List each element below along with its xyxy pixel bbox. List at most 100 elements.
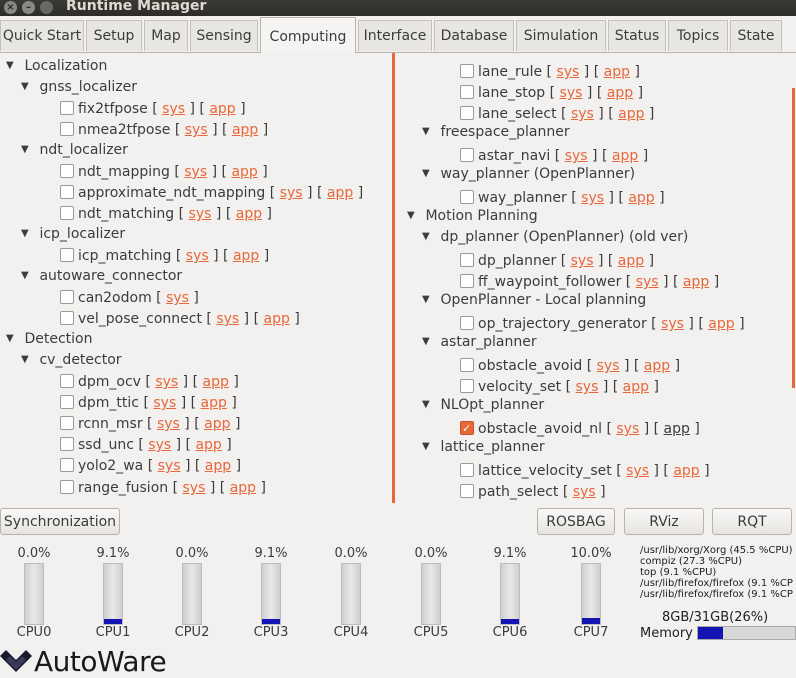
checkbox[interactable] [460,379,474,393]
sys-link[interactable]: sys [626,463,649,479]
tree-node-icp-localizer[interactable]: ▼ icp_localizer [21,223,125,245]
sys-link[interactable]: sys [148,437,171,453]
sys-link[interactable]: sys [571,253,594,269]
app-link[interactable]: app [209,101,235,117]
tree-node-dp-planner-old[interactable]: ▼ dp_planner (OpenPlanner) (old ver) [422,226,688,248]
app-link[interactable]: app [327,185,353,201]
expand-arrow-icon[interactable]: ▼ [21,349,35,371]
tab-map[interactable]: Map [144,20,188,51]
app-link[interactable]: app [264,311,290,327]
tab-topics[interactable]: Topics [668,20,728,51]
tree-node-motion-planning[interactable]: ▼ Motion Planning [407,205,538,227]
maximize-window-icon[interactable] [40,1,53,14]
tree-node-way-planner-openplanner[interactable]: ▼ way_planner (OpenPlanner) [422,163,635,185]
checkbox[interactable] [60,101,74,115]
tree-node-lattice-planner[interactable]: ▼ lattice_planner [422,436,545,458]
close-window-icon[interactable]: × [4,1,17,14]
tab-simulation[interactable]: Simulation [516,20,606,51]
sys-link[interactable]: sys [661,316,684,332]
app-link[interactable]: app [618,253,644,269]
right-scrollbar[interactable] [792,88,795,388]
sys-link[interactable]: sys [573,484,596,500]
tab-interface[interactable]: Interface [358,20,432,51]
checkbox[interactable] [60,480,74,494]
tab-computing[interactable]: Computing [260,17,356,53]
sys-link[interactable]: sys [636,274,659,290]
tab-status[interactable]: Status [608,20,666,51]
rqt-button[interactable]: RQT [712,508,792,535]
checkbox-checked[interactable] [460,418,474,440]
sys-link[interactable]: sys [186,248,209,264]
sys-link[interactable]: sys [185,122,208,138]
checkbox[interactable] [60,311,74,325]
expand-arrow-icon[interactable]: ▼ [422,121,436,143]
checkbox[interactable] [460,148,474,162]
sys-link[interactable]: sys [216,311,239,327]
sys-link[interactable]: sys [556,64,579,80]
app-link[interactable]: app [683,274,709,290]
sys-link[interactable]: sys [155,374,178,390]
tree-node-detection[interactable]: ▼ Detection [6,328,92,350]
sys-link[interactable]: sys [616,421,639,437]
app-link[interactable]: app [205,458,231,474]
checkbox[interactable] [460,484,474,498]
expand-arrow-icon[interactable]: ▼ [21,223,35,245]
sys-link[interactable]: sys [189,206,212,222]
sys-link[interactable]: sys [560,85,583,101]
rviz-button[interactable]: RViz [624,508,704,535]
minimize-window-icon[interactable]: – [22,1,35,14]
sys-link[interactable]: sys [576,379,599,395]
checkbox[interactable] [460,190,474,204]
sys-link[interactable]: sys [158,458,181,474]
sys-link[interactable]: sys [571,106,594,122]
checkbox[interactable] [460,358,474,372]
expand-arrow-icon[interactable]: ▼ [21,76,35,98]
expand-arrow-icon[interactable]: ▼ [422,331,436,353]
tree-node-localization[interactable]: ▼ Localization [6,55,107,77]
checkbox[interactable] [460,316,474,330]
rosbag-button[interactable]: ROSBAG [537,508,615,535]
checkbox[interactable] [60,458,74,472]
app-link[interactable]: app [607,85,633,101]
app-link[interactable]: app [708,316,734,332]
checkbox[interactable] [60,185,74,199]
sys-link[interactable]: sys [280,185,303,201]
expand-arrow-icon[interactable]: ▼ [21,265,35,287]
sys-link[interactable]: sys [565,148,588,164]
app-link[interactable]: app [612,148,638,164]
expand-arrow-icon[interactable]: ▼ [422,226,436,248]
app-link[interactable]: app [236,206,262,222]
tree-node-ndt-localizer[interactable]: ▼ ndt_localizer [21,139,128,161]
sys-link[interactable]: sys [597,358,620,374]
tree-node-freespace-planner[interactable]: ▼ freespace_planner [422,121,570,143]
expand-arrow-icon[interactable]: ▼ [422,289,436,311]
sys-link[interactable]: sys [153,395,176,411]
app-link[interactable]: app [644,358,670,374]
sys-link[interactable]: sys [581,190,604,206]
checkbox[interactable] [460,85,474,99]
app-link[interactable]: app [195,437,221,453]
app-link[interactable]: app [201,395,227,411]
app-link[interactable]: app [230,480,256,496]
sys-link[interactable]: sys [166,290,189,306]
checkbox[interactable] [460,463,474,477]
expand-arrow-icon[interactable]: ▼ [6,328,20,350]
sys-link[interactable]: sys [162,101,185,117]
checkbox[interactable] [460,253,474,267]
checkbox[interactable] [60,122,74,136]
tree-node-openplanner-local[interactable]: ▼ OpenPlanner - Local planning [422,289,646,311]
checkbox[interactable] [60,290,74,304]
tree-node-gnss-localizer[interactable]: ▼ gnss_localizer [21,76,137,98]
expand-arrow-icon[interactable]: ▼ [6,55,20,77]
checkbox[interactable] [460,64,474,78]
expand-arrow-icon[interactable]: ▼ [21,139,35,161]
tree-node-nlopt-planner[interactable]: ▼ NLOpt_planner [422,394,544,416]
sys-link[interactable]: sys [157,416,180,432]
checkbox[interactable] [60,395,74,409]
app-link[interactable]: app [233,248,259,264]
expand-arrow-icon[interactable]: ▼ [422,163,436,185]
tab-state[interactable]: State [730,20,782,51]
expand-arrow-icon[interactable]: ▼ [407,205,421,227]
checkbox[interactable] [60,416,74,430]
app-link[interactable]: app [664,421,690,437]
